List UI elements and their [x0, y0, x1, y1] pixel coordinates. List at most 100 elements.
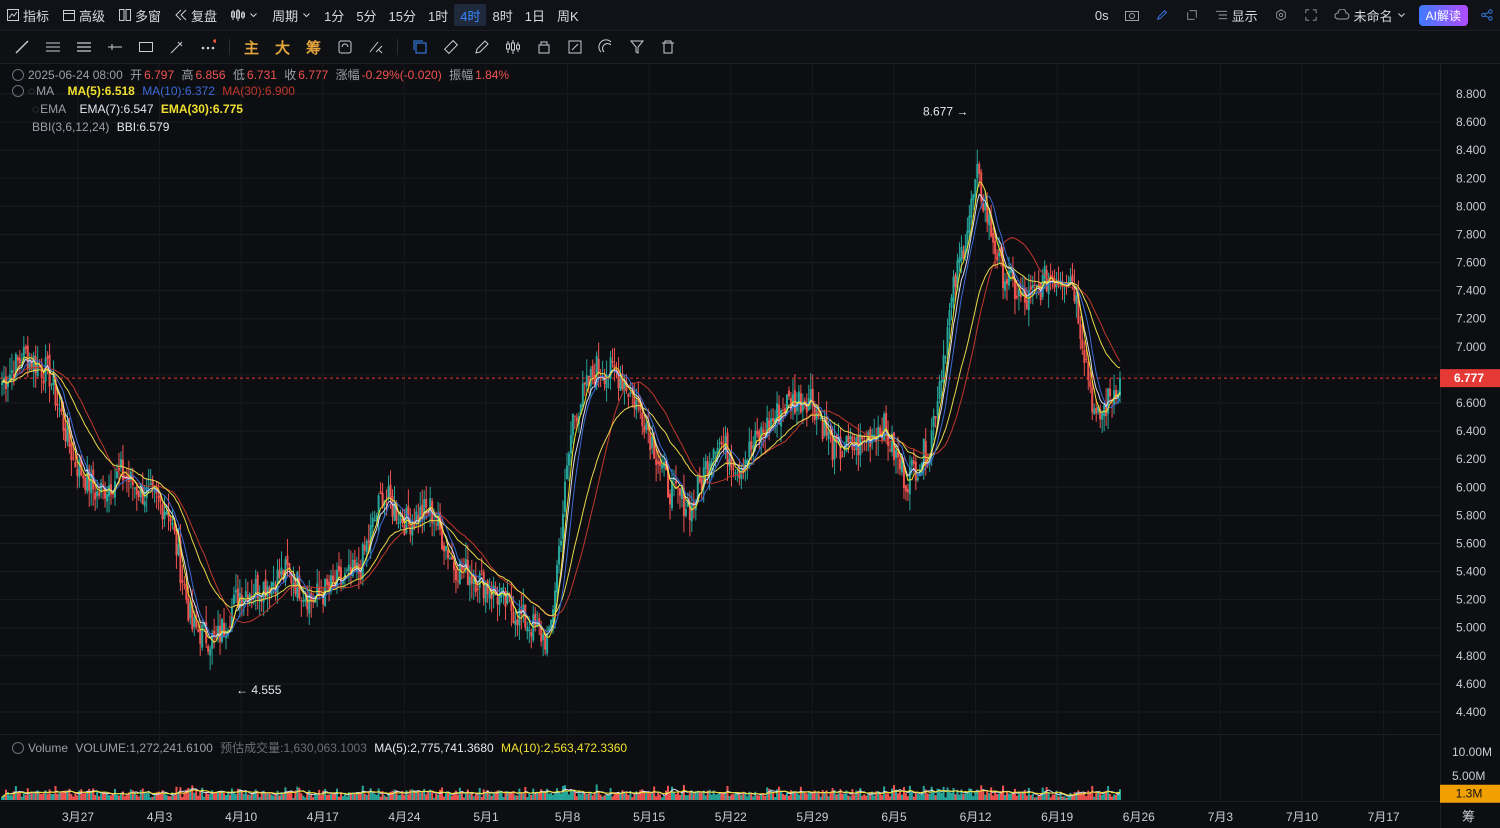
volume-bar	[458, 787, 461, 800]
collapse-icon[interactable]	[12, 742, 24, 754]
vol-last-label: 1.3M	[1456, 787, 1483, 801]
chart-icon	[7, 9, 19, 21]
cloud-save-button[interactable]: 未命名	[1327, 0, 1413, 30]
volume-bar	[710, 794, 713, 800]
candle-body	[684, 508, 687, 516]
volume-bar	[575, 796, 578, 800]
volume-bar	[601, 796, 604, 800]
period-dropdown[interactable]: 周期	[265, 0, 318, 30]
indicator-button[interactable]: 指标	[0, 0, 56, 30]
snapshot-button[interactable]	[1118, 0, 1146, 30]
candle-body	[429, 498, 432, 514]
filter-tool[interactable]	[621, 31, 652, 63]
period-4h[interactable]: 4时	[454, 4, 487, 26]
erase-tool[interactable]	[360, 31, 391, 63]
candle-body	[563, 481, 566, 512]
draw-button[interactable]	[1148, 0, 1176, 30]
main-force-tool[interactable]: 主	[236, 31, 267, 63]
candle-body	[879, 427, 882, 434]
candle-body	[565, 465, 568, 480]
volume-bar	[270, 794, 273, 800]
period-1h[interactable]: 1时	[422, 0, 454, 30]
share-button[interactable]	[1474, 0, 1500, 30]
candle-body	[542, 633, 545, 640]
period-1m[interactable]: 1分	[318, 0, 350, 30]
period-1d[interactable]: 1日	[519, 0, 551, 30]
settings-button[interactable]	[1267, 0, 1295, 30]
volume-bar	[72, 796, 75, 800]
volume-bar	[821, 790, 824, 800]
fullscreen-button[interactable]	[1297, 0, 1325, 30]
ema30-line	[1, 262, 1121, 617]
more-tools[interactable]	[192, 31, 223, 63]
advanced-button[interactable]: 高级	[56, 0, 112, 30]
price-chart[interactable]: 8.800 8.600 8.400 8.200 8.000 7.800 7.600 7.400…	[0, 64, 1500, 828]
candle-body	[476, 588, 479, 591]
candle-body	[379, 491, 382, 494]
chart-type-button[interactable]	[224, 0, 265, 30]
candle-body	[849, 436, 852, 440]
period-15m[interactable]: 15分	[383, 0, 422, 30]
volume-bar	[437, 794, 440, 800]
volume-bar	[300, 793, 303, 800]
volume-bar	[117, 795, 120, 800]
period-8h[interactable]: 8时	[486, 0, 518, 30]
sync-tool[interactable]	[329, 31, 360, 63]
candle-body	[64, 428, 67, 442]
volume-bar	[385, 796, 388, 800]
note-tool[interactable]	[559, 31, 590, 63]
volume-bar	[756, 795, 759, 800]
volume-bar	[914, 792, 917, 800]
lock-tool[interactable]	[528, 31, 559, 63]
ray-tool[interactable]	[99, 31, 130, 63]
period-1w[interactable]: 周K	[551, 0, 585, 30]
multi-window-button[interactable]: 多窗	[112, 0, 168, 30]
candle-body	[201, 624, 204, 648]
ai-read-button[interactable]: AI解读	[1418, 4, 1468, 26]
layout-button[interactable]	[1178, 0, 1206, 30]
hline-tool[interactable]	[37, 31, 68, 63]
trendline-tool[interactable]	[6, 31, 37, 63]
period-label: 周期	[272, 8, 299, 24]
candle-body	[387, 486, 390, 500]
candle-tool[interactable]	[497, 31, 528, 63]
volume-bar	[556, 788, 559, 800]
channel-tool[interactable]	[68, 31, 99, 63]
volume-bar	[904, 793, 907, 800]
display-button[interactable]: 显示	[1208, 0, 1265, 30]
collapse-icon[interactable]	[12, 85, 24, 97]
candle-body	[318, 587, 321, 595]
volume-bar	[651, 793, 654, 800]
volume-bar	[38, 793, 41, 800]
delete-tool[interactable]	[652, 31, 683, 63]
volume-bar	[306, 793, 309, 800]
volume-bar	[1063, 796, 1066, 800]
volume-bar	[448, 793, 451, 800]
bell-icon[interactable]: ◌	[28, 84, 35, 98]
candle-body	[994, 240, 997, 255]
bell-icon[interactable]: ◌	[32, 102, 39, 116]
candle-body	[1087, 361, 1090, 381]
magnet-tool[interactable]	[590, 31, 621, 63]
chip-tool[interactable]: 筹	[298, 31, 329, 63]
pencil-tool[interactable]	[466, 31, 497, 63]
copy-tool[interactable]	[404, 31, 435, 63]
calendar-icon	[63, 10, 76, 21]
ruler-tool[interactable]	[435, 31, 466, 63]
brush-tool[interactable]	[161, 31, 192, 63]
min-price-label: ← 4.555	[236, 683, 282, 697]
collapse-icon[interactable]	[12, 69, 24, 81]
big-order-tool[interactable]: 大	[267, 31, 298, 63]
x-tick-label: 7月17	[1368, 810, 1400, 824]
period-5m[interactable]: 5分	[350, 0, 382, 30]
volume-bar	[968, 788, 971, 800]
volume-bar	[1029, 795, 1032, 800]
rectangle-tool[interactable]	[130, 31, 161, 63]
period-1m-label: 1分	[324, 8, 345, 24]
candle-body	[526, 626, 529, 632]
replay-button[interactable]: 复盘	[168, 0, 224, 30]
volume-bar	[714, 794, 717, 800]
volume-bar	[752, 796, 755, 800]
candle-body	[82, 475, 85, 479]
volume-bar	[490, 795, 493, 800]
